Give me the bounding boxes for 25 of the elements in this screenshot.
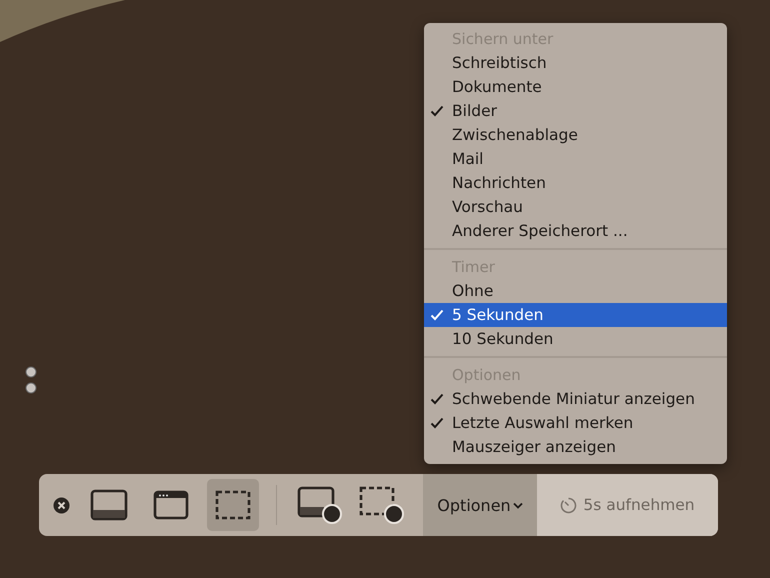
menu-item[interactable]: Nachrichten xyxy=(424,171,727,195)
menu-item[interactable]: Schreibtisch xyxy=(424,51,727,75)
menu-item[interactable]: Mauszeiger anzeigen xyxy=(424,435,727,459)
menu-item[interactable]: Mail xyxy=(424,147,727,171)
menu-item[interactable]: Letzte Auswahl merken xyxy=(424,411,727,435)
selection-record-icon xyxy=(359,486,405,524)
window-icon xyxy=(153,490,189,520)
screen-record-icon xyxy=(297,486,343,524)
close-icon[interactable] xyxy=(53,496,70,514)
screen-icon xyxy=(90,489,128,521)
menu-item[interactable]: Bilder xyxy=(424,99,727,123)
chevron-down-icon xyxy=(512,502,523,508)
handle-dots-icon[interactable] xyxy=(25,366,37,394)
menu-item[interactable]: Zwischenablage xyxy=(424,123,727,147)
dashed-rectangle-icon xyxy=(215,490,251,520)
menu-item[interactable]: Vorschau xyxy=(424,195,727,219)
menu-item[interactable]: 10 Sekunden xyxy=(424,327,727,351)
menu-item[interactable]: Schwebende Miniatur anzeigen xyxy=(424,387,727,411)
menu-item[interactable]: Anderer Speicherort ... xyxy=(424,219,727,243)
menu-item[interactable]: Dokumente xyxy=(424,75,727,99)
menu-item[interactable]: 5 Sekunden xyxy=(424,303,727,327)
options-button[interactable]: Optionen xyxy=(423,474,537,536)
capture-mode-button[interactable] xyxy=(207,479,259,531)
menu-item[interactable]: Ohne xyxy=(424,279,727,303)
timer-icon xyxy=(560,496,578,514)
